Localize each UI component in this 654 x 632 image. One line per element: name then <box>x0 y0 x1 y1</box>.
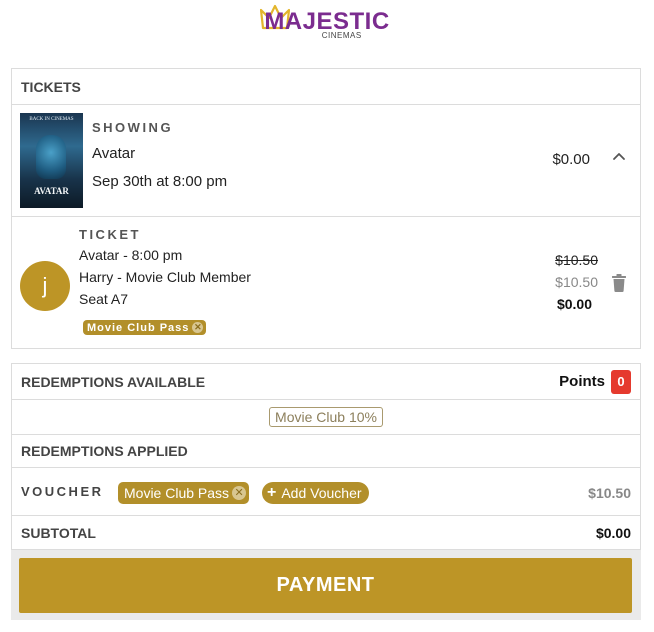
movie-poster: BACK IN CINEMAS AVATAR <box>20 113 83 208</box>
voucher-amount: $10.50 <box>588 485 631 501</box>
showing-row: BACK IN CINEMAS AVATAR SHOWING Avatar Se… <box>12 105 640 217</box>
close-circle-icon[interactable]: ✕ <box>192 322 204 333</box>
showing-title: Avatar <box>92 145 136 162</box>
redemptions-available-header: REDEMPTIONS AVAILABLE Points 0 <box>12 364 640 400</box>
close-circle-icon[interactable]: ✕ <box>232 486 247 500</box>
showing-datetime: Sep 30th at 8:00 pm <box>92 173 228 190</box>
points-label: Points <box>559 373 605 390</box>
payment-button[interactable]: PAYMENT <box>19 558 632 613</box>
redemptions-panel: REDEMPTIONS AVAILABLE Points 0 Movie Clu… <box>11 363 641 550</box>
ticket-seat: Seat A7 <box>79 291 129 307</box>
available-redemptions-row: Movie Club 10% <box>12 400 640 435</box>
movie-club-10-chip[interactable]: Movie Club 10% <box>269 407 383 427</box>
subtotal-label: SUBTOTAL <box>21 524 96 541</box>
ticket-price-discounted: $10.50 <box>555 274 598 290</box>
showing-label: SHOWING <box>92 120 174 135</box>
ticket-price-original: $10.50 <box>555 252 598 268</box>
movie-club-pass-tag: Movie Club Pass ✕ <box>83 320 207 335</box>
subtotal-value: $0.00 <box>595 524 631 541</box>
tickets-panel: TICKETS BACK IN CINEMAS AVATAR SHOWING A… <box>11 68 641 349</box>
ticket-label: TICKET <box>79 227 141 242</box>
payment-footer: PAYMENT <box>11 550 641 620</box>
add-voucher-button[interactable]: + Add Voucher <box>262 482 369 504</box>
chevron-up-icon[interactable] <box>612 149 626 163</box>
ticket-session: Avatar - 8:00 pm <box>79 247 183 263</box>
ticket-row: j TICKET Avatar - 8:00 pm Harry - Movie … <box>12 217 640 348</box>
points-indicator: Points 0 <box>559 369 631 394</box>
add-voucher-label: Add Voucher <box>281 485 362 501</box>
pass-tag-label: Movie Club Pass <box>87 321 190 334</box>
applied-voucher-chip: Movie Club Pass ✕ <box>118 482 250 504</box>
poster-art <box>36 135 66 179</box>
voucher-row: VOUCHER Movie Club Pass ✕ + Add Voucher … <box>12 468 640 516</box>
applied-voucher-label: Movie Club Pass <box>124 485 230 501</box>
voucher-label: VOUCHER <box>21 484 104 499</box>
poster-tagline: BACK IN CINEMAS <box>29 117 74 122</box>
avatar: j <box>20 261 70 311</box>
showing-price: $0.00 <box>552 151 590 168</box>
ticket-holder: Harry - Movie Club Member <box>79 269 251 285</box>
tickets-header: TICKETS <box>12 69 640 105</box>
logo-text: MAJESTIC <box>264 8 390 35</box>
redemptions-applied-header: REDEMPTIONS APPLIED <box>12 435 640 468</box>
redemptions-available-title: REDEMPTIONS AVAILABLE <box>21 373 206 390</box>
plus-icon: + <box>267 484 277 501</box>
brand-logo: MAJESTIC CINEMAS <box>0 4 654 43</box>
subtotal-row: SUBTOTAL $0.00 <box>12 516 640 549</box>
ticket-price-final: $0.00 <box>556 296 592 312</box>
poster-title: AVATAR <box>34 186 69 196</box>
points-badge: 0 <box>611 369 631 394</box>
trash-icon[interactable] <box>611 274 627 292</box>
